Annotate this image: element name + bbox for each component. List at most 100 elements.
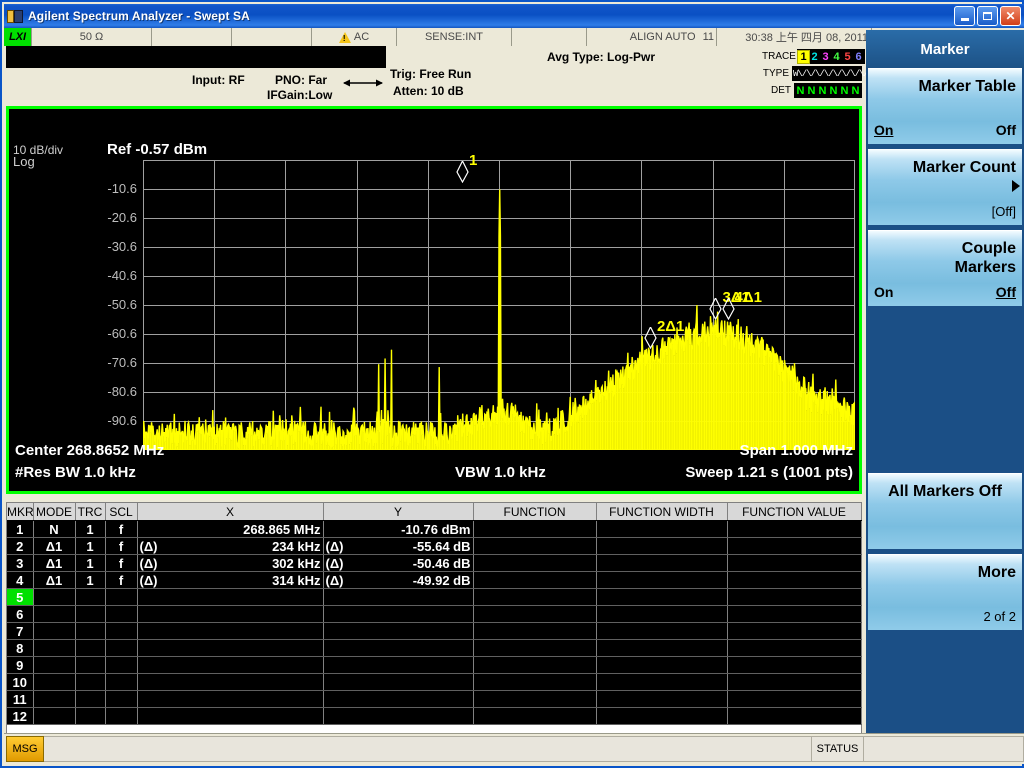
table-row[interactable]: 1 N 1 f 268.865 MHz -10.76 dBm [7,520,862,538]
marker-function-width-cell [596,605,728,623]
marker-mode-cell [33,707,76,725]
marker-scale-cell [105,622,138,640]
marker-mode-cell [33,605,76,623]
table-row[interactable]: 4 Δ1 1 f (Δ) 314 kHz (Δ) -49.92 dB [7,571,862,589]
atten-label: Atten: 10 dB [393,84,464,98]
table-row[interactable]: 7 [7,622,862,640]
status-label: STATUS [812,736,864,762]
column-header-mkr: MKR [7,503,34,521]
softkey-marker-count[interactable]: Marker Count [Off] [868,149,1022,225]
y-tick--30.6: -30.6 [107,239,137,254]
marker-x-cell: (Δ) 302 kHz [137,554,324,572]
ifgain-label: IFGain:Low [267,88,333,102]
close-icon[interactable]: ✕ [1000,6,1021,26]
center-freq-label[interactable]: Center 268.8652 MHz [15,442,164,459]
marker-index-cell[interactable]: 8 [7,639,34,657]
marker-table[interactable]: MKR MODE TRC SCL X Y FUNCTION FUNCTION WIDTH FUN… [6,502,862,734]
marker-label-4: 4Δ1 [734,289,763,307]
marker-x-cell [137,588,324,606]
vbw-label[interactable]: VBW 1.0 kHz [455,464,546,481]
marker-index-cell[interactable]: 2 [7,537,34,555]
softkey-option-on[interactable]: On [874,122,893,138]
softkey-sublabel: [Off] [991,204,1016,219]
maximize-button[interactable] [977,6,998,26]
marker-trace-cell [75,639,106,657]
marker-21-diamond-icon[interactable] [644,326,657,350]
marker-mode-cell: Δ1 [33,554,76,572]
marker-mode-cell [33,656,76,674]
marker-function-width-cell [596,656,728,674]
marker-index-cell[interactable]: 1 [7,520,34,538]
marker-function-value-cell [727,622,862,640]
detector-2: N [807,84,816,97]
marker-table-body[interactable]: 1 N 1 f 268.865 MHz -10.76 dBm 2 Δ1 1 f (Δ) 234 kHz… [7,520,862,725]
info-black-panel [6,46,386,68]
marker-trace-cell: 1 [75,554,106,572]
marker-1-diamond-icon[interactable] [456,159,469,183]
marker-function-cell [473,707,597,725]
marker-index-cell[interactable]: 10 [7,673,34,691]
marker-function-width-cell [596,673,728,691]
marker-index-cell[interactable]: 12 [7,707,34,725]
status-field [864,736,1024,762]
delta-prefix: (Δ) [325,555,344,571]
marker-index-cell[interactable]: 3 [7,554,34,572]
marker-scale-cell [105,639,138,657]
trace-number-3[interactable]: 3 [820,51,831,63]
minimize-button[interactable] [954,6,975,26]
marker-y-cell [323,639,474,657]
y-tick--10.6: -10.6 [107,181,137,196]
marker-function-width-cell [596,707,728,725]
marker-scale-cell [105,588,138,606]
softkey-option-off[interactable]: Off [996,284,1016,300]
marker-function-cell [473,554,597,572]
table-row[interactable]: 9 [7,656,862,674]
trace-number-2[interactable]: 2 [809,51,820,63]
marker-function-cell [473,673,597,691]
y-tick--70.6: -70.6 [107,355,137,370]
trace-number-6[interactable]: 6 [853,51,864,63]
marker-41-diamond-icon[interactable] [721,297,735,321]
delta-prefix: (Δ) [139,572,158,588]
detector-4: N [829,84,838,97]
lxi-badge: LXI [4,28,32,46]
table-row[interactable]: 5 [7,588,862,606]
softkey-option-on[interactable]: On [874,284,893,300]
marker-function-value-cell [727,639,862,657]
y-tick--80.6: -80.6 [107,384,137,399]
table-row[interactable]: 10 [7,673,862,691]
marker-31-diamond-icon[interactable] [709,297,723,321]
marker-function-value-cell [727,537,862,555]
table-row[interactable]: 2 Δ1 1 f (Δ) 234 kHz (Δ) -55.64 dB [7,537,862,555]
table-row[interactable]: 8 [7,639,862,657]
marker-index-cell[interactable]: 11 [7,690,34,708]
softkey-more[interactable]: More 2 of 2 [868,554,1022,630]
marker-function-width-cell [596,690,728,708]
scale-type-label: Log [13,154,35,169]
spectrum-display[interactable]: 10 dB/div Log Ref -0.57 dBm -10.6 -20.6 -3… [6,106,862,494]
softkey-marker-table[interactable]: Marker Table On Off [868,68,1022,144]
trace-number-4[interactable]: 4 [831,51,842,63]
marker-index-cell[interactable]: 6 [7,605,34,623]
marker-index-cell[interactable]: 5 [7,588,34,606]
marker-function-value-cell [727,554,862,572]
marker-index-cell[interactable]: 7 [7,622,34,640]
marker-function-width-cell [596,537,728,555]
trace-number-row[interactable]: 123456 [797,49,865,64]
sweep-label[interactable]: Sweep 1.21 s (1001 pts) [685,464,853,481]
table-row[interactable]: 11 [7,690,862,708]
span-label[interactable]: Span 1.000 MHz [740,442,853,459]
trace-number-1[interactable]: 1 [797,49,810,64]
table-row[interactable]: 3 Δ1 1 f (Δ) 302 kHz (Δ) -50.46 dB [7,554,862,572]
marker-x-cell [137,639,324,657]
softkey-option-off[interactable]: Off [996,122,1016,138]
softkey-couple-markers[interactable]: Couple Markers On Off [868,230,1022,306]
table-row[interactable]: 12 [7,707,862,725]
warning-icon [338,31,351,43]
marker-index-cell[interactable]: 9 [7,656,34,674]
res-bw-label[interactable]: #Res BW 1.0 kHz [15,464,136,481]
table-row[interactable]: 6 [7,605,862,623]
trace-number-5[interactable]: 5 [842,51,853,63]
softkey-all-markers-off[interactable]: All Markers Off [868,473,1022,549]
marker-index-cell[interactable]: 4 [7,571,34,589]
